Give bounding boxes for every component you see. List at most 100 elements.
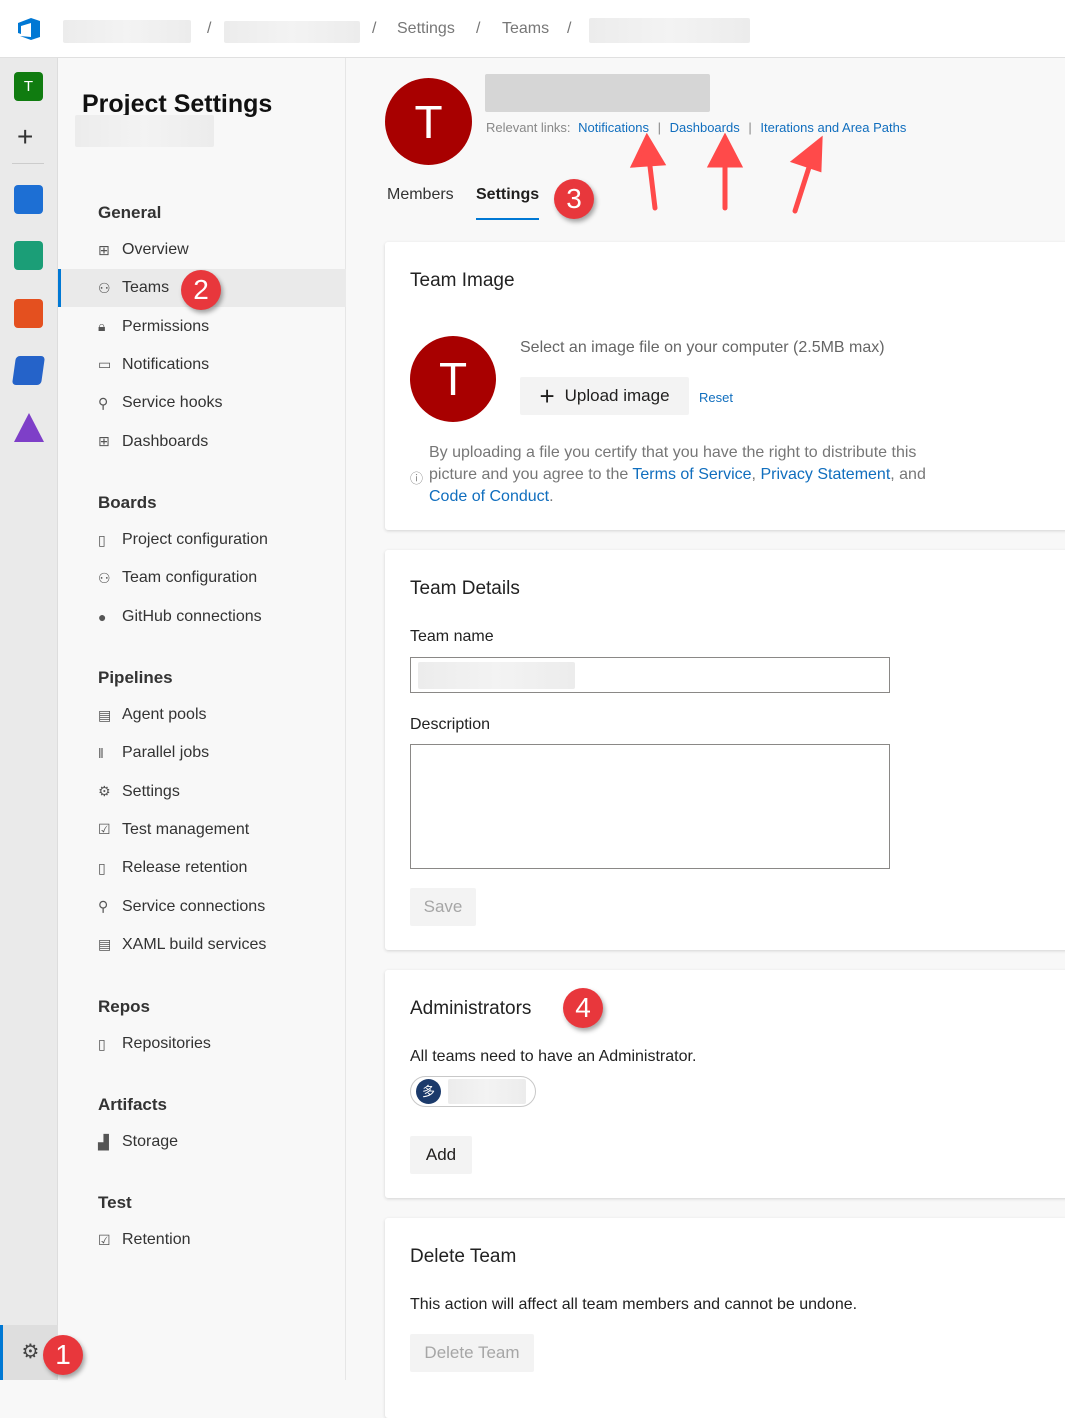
period: .	[549, 488, 554, 505]
team-image-preview: T	[410, 336, 496, 422]
test-icon: ☑	[98, 1231, 111, 1248]
sidebar-item-project-configuration[interactable]: ▯ Project configuration	[58, 521, 346, 559]
sidebar-item-label: Retention	[122, 1231, 191, 1248]
test-icon: ☑	[98, 821, 111, 838]
repo-icon: ▯	[98, 1035, 106, 1052]
section-test: Test	[98, 1193, 132, 1212]
team-title-redacted	[485, 74, 710, 112]
sidebar-item-label: Overview	[122, 241, 189, 258]
sidebar-item-label: Service hooks	[122, 394, 223, 412]
save-button[interactable]: Save	[410, 888, 476, 926]
sidebar-item-label: Dashboards	[122, 432, 209, 450]
sidebar-item-label: Teams	[122, 279, 170, 297]
lock-icon: 🔒︎	[98, 318, 106, 335]
main-content: T Relevant links: Notifications | Dashbo…	[347, 58, 1065, 1418]
sidebar-item-retention[interactable]: ☑ Retention	[58, 1221, 346, 1259]
pipelines-icon[interactable]	[11, 356, 46, 385]
doc-gear-icon: ▯	[98, 531, 106, 548]
admin-pill[interactable]: 多	[410, 1076, 536, 1107]
upload-label: Upload image	[564, 386, 670, 405]
sidebar-item-settings[interactable]: ⚙ Settings	[58, 773, 346, 811]
project-avatar[interactable]: T	[14, 72, 43, 101]
sidebar-item-label: Project configuration	[122, 531, 268, 548]
info-icon: ⓘ	[410, 471, 424, 486]
description-textarea[interactable]	[410, 744, 890, 869]
sidebar-item-service-hooks[interactable]: ⚲ Service hooks	[58, 384, 346, 422]
annotation-arrows	[629, 133, 823, 214]
sidebar-item-team-configuration[interactable]: ⚇ Team configuration	[58, 559, 346, 597]
team-avatar: T	[385, 78, 472, 165]
team-name-redacted[interactable]	[589, 18, 750, 43]
section-artifacts: Artifacts	[98, 1095, 167, 1114]
teams-icon: ⚇	[98, 279, 111, 296]
agent-icon: ▤	[98, 706, 112, 723]
privacy-statement-link[interactable]: Privacy Statement	[760, 466, 890, 483]
sidebar-item-label: Parallel jobs	[122, 744, 210, 762]
sidebar-item-repositories[interactable]: ▯ Repositories	[58, 1025, 346, 1063]
dashboard-icon: ⊞	[98, 433, 110, 449]
tab-members[interactable]: Members	[387, 186, 454, 204]
org-name-redacted[interactable]	[63, 20, 191, 43]
sidebar-item-service-connections[interactable]: ⚲ Service connections	[58, 888, 346, 926]
project-name-redacted	[75, 115, 214, 147]
delete-team-card: Delete Team This action will affect all …	[385, 1218, 1065, 1418]
admin-avatar: 多	[416, 1079, 441, 1104]
admin-name-redacted	[448, 1079, 526, 1104]
divider	[12, 163, 44, 164]
section-general: General	[98, 203, 162, 222]
upload-image-button[interactable]: + Upload image	[520, 377, 689, 415]
section-pipelines: Pipelines	[98, 668, 173, 687]
sidebar-item-permissions[interactable]: 🔒︎ Permissions	[58, 308, 346, 346]
sidebar-item-agent-pools[interactable]: ▤ Agent pools	[58, 696, 346, 734]
sidebar-item-overview[interactable]: ⊞ Overview	[58, 231, 346, 269]
artifacts-icon[interactable]	[14, 413, 44, 442]
sidebar-item-storage[interactable]: ▟ Storage	[58, 1123, 346, 1161]
sidebar-item-label: Test management	[122, 820, 250, 838]
certification-text: By uploading a file you certify that you…	[429, 442, 959, 508]
repos-icon[interactable]	[14, 299, 43, 328]
github-icon: ●	[98, 608, 107, 625]
project-name-redacted[interactable]	[224, 21, 360, 43]
plus-icon[interactable]: +	[17, 123, 33, 151]
code-of-conduct-link[interactable]: Code of Conduct	[429, 488, 549, 505]
sidebar-item-xaml-build-services[interactable]: ▤ XAML build services	[58, 926, 346, 964]
left-rail: T + ⚙	[0, 58, 58, 1380]
test-plans-check-icon[interactable]	[14, 241, 43, 270]
card-title: Team Image	[410, 270, 515, 291]
team-image-card: Team Image T Select an image file on you…	[385, 242, 1065, 530]
sidebar-item-notifications[interactable]: ▭ Notifications	[58, 346, 346, 384]
tab-settings[interactable]: Settings	[476, 186, 540, 220]
breadcrumb-separator: /	[476, 20, 481, 37]
phone-icon: ▯	[98, 859, 106, 876]
upload-hint: Select an image file on your computer (2…	[520, 339, 885, 356]
annotation-badge-3: 3	[554, 179, 594, 219]
overview-icon: ⊞	[98, 241, 110, 258]
breadcrumb-teams[interactable]: Teams	[502, 20, 549, 38]
delete-team-button[interactable]: Delete Team	[410, 1334, 534, 1372]
sidebar-item-label: Service connections	[122, 897, 266, 915]
breadcrumb-separator: /	[567, 20, 572, 37]
admins-note: All teams need to have an Administrator.	[410, 1048, 697, 1065]
section-repos: Repos	[98, 997, 150, 1016]
plug-icon: ⚲	[98, 394, 109, 411]
sidebar-item-test-management[interactable]: ☑ Test management	[58, 811, 346, 849]
annotation-badge-2: 2	[181, 270, 221, 310]
reset-link[interactable]: Reset	[699, 390, 733, 405]
add-admin-button[interactable]: Add	[410, 1136, 472, 1174]
boards-icon[interactable]	[14, 185, 43, 214]
breadcrumb-settings[interactable]: Settings	[397, 20, 455, 38]
sidebar-item-label: Repositories	[122, 1035, 211, 1052]
team-name-input[interactable]	[410, 657, 890, 693]
azure-devops-logo-icon[interactable]	[16, 17, 42, 41]
sidebar-item-dashboards[interactable]: ⊞ Dashboards	[58, 423, 346, 461]
sidebar-item-parallel-jobs[interactable]: ‖ Parallel jobs	[58, 734, 346, 772]
sidebar-item-github-connections[interactable]: ● GitHub connections	[58, 598, 346, 636]
plug-icon: ⚲	[98, 898, 109, 914]
terms-of-service-link[interactable]: Terms of Service	[632, 466, 751, 483]
sidebar-item-release-retention[interactable]: ▯ Release retention	[58, 849, 346, 887]
relevant-links-label: Relevant links:	[486, 120, 571, 135]
agent-icon: ▤	[98, 936, 112, 953]
parallel-icon: ‖	[98, 745, 104, 762]
delete-note: This action will affect all team members…	[410, 1296, 858, 1313]
and: , and	[890, 466, 926, 483]
